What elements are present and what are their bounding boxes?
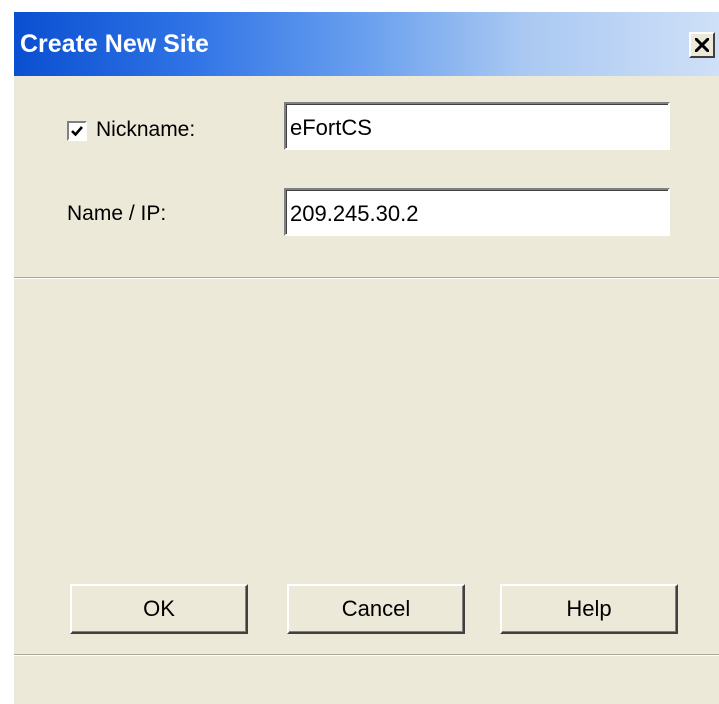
bottom-separator bbox=[14, 654, 719, 656]
name-ip-label: Name / IP: bbox=[67, 202, 167, 225]
nickname-input[interactable] bbox=[284, 102, 670, 150]
name-ip-input[interactable] bbox=[284, 188, 670, 236]
create-new-site-dialog: Create New Site Nickname: Name / IP: OK … bbox=[14, 12, 719, 704]
dialog-title: Create New Site bbox=[20, 30, 209, 58]
close-icon bbox=[695, 38, 709, 52]
nickname-checkbox[interactable] bbox=[67, 121, 87, 141]
help-button[interactable]: Help bbox=[500, 584, 678, 634]
nickname-label: Nickname: bbox=[96, 118, 196, 141]
checkmark-icon bbox=[71, 126, 83, 137]
cancel-button[interactable]: Cancel bbox=[287, 584, 465, 634]
title-bar[interactable]: Create New Site bbox=[14, 12, 719, 76]
top-separator bbox=[14, 277, 719, 279]
ok-button[interactable]: OK bbox=[70, 584, 248, 634]
close-button[interactable] bbox=[689, 32, 715, 58]
